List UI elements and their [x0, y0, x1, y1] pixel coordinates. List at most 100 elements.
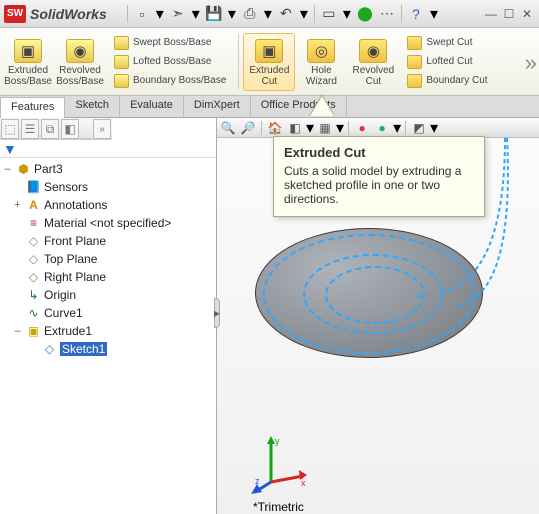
- tree-right-plane[interactable]: ◇Right Plane: [0, 268, 216, 286]
- sketch-origin-marker-icon: +: [415, 288, 423, 304]
- app-name: SolidWorks: [30, 6, 107, 22]
- panel-tab-dim-icon[interactable]: ◧: [61, 119, 79, 139]
- boundary-boss-button[interactable]: Boundary Boss/Base: [110, 72, 230, 90]
- options-icon[interactable]: ⋯: [379, 6, 395, 22]
- extruded-boss-label: Extruded Boss/Base: [3, 65, 53, 87]
- tree-root[interactable]: – ⬢ Part3: [0, 160, 216, 178]
- lofted-cut-button[interactable]: Lofted Cut: [403, 53, 491, 71]
- tree-curve1[interactable]: ∿Curve1: [0, 304, 216, 322]
- view-settings-icon[interactable]: ◩: [410, 120, 428, 136]
- plane-icon: ◇: [26, 270, 41, 284]
- hide-show-icon[interactable]: ▦: [316, 120, 334, 136]
- sensors-icon: 📘: [26, 180, 41, 194]
- print-icon[interactable]: ⎙: [242, 6, 258, 22]
- model-body[interactable]: +: [255, 228, 485, 398]
- extrude-icon: ▣: [26, 324, 41, 338]
- panel-tab-property-icon[interactable]: ☰: [21, 119, 39, 139]
- scene-icon[interactable]: ●: [373, 120, 391, 136]
- tree-origin[interactable]: ↳Origin: [0, 286, 216, 304]
- curve-icon: ∿: [26, 306, 41, 320]
- view-toolbar: 🔍 🔎 🏠 ◧▾ ▦▾ ● ●▾ ◩▾: [217, 118, 539, 138]
- tooltip: Extruded Cut Cuts a solid model by extru…: [273, 136, 485, 217]
- swept-boss-button[interactable]: Swept Boss/Base: [110, 34, 230, 52]
- tree-top-plane[interactable]: ◇Top Plane: [0, 250, 216, 268]
- appearance-icon[interactable]: ●: [353, 120, 371, 136]
- boundary-cut-icon: [407, 74, 422, 88]
- zoom-fit-icon[interactable]: 🔍: [219, 120, 237, 136]
- save-icon[interactable]: 💾: [206, 6, 222, 22]
- title-bar: SW SolidWorks ▫▾ ➣▾ 💾▾ ⎙▾ ↶▾ ▭▾ ⬤ ⋯ ?▾ —…: [0, 0, 539, 28]
- maximize-button[interactable]: ☐: [501, 6, 517, 22]
- lofted-boss-icon: [114, 55, 129, 69]
- extruded-cut-label: Extruded Cut: [244, 65, 294, 87]
- window-controls: — ☐ ✕: [483, 6, 535, 22]
- zoom-area-icon[interactable]: 🔎: [239, 120, 257, 136]
- sketch-icon: ◇: [42, 342, 57, 356]
- tree-front-plane[interactable]: ◇Front Plane: [0, 232, 216, 250]
- boundary-cut-button[interactable]: Boundary Cut: [403, 72, 491, 90]
- panel-tab-feature-tree-icon[interactable]: ⬚: [1, 119, 19, 139]
- lofted-cut-icon: [407, 55, 422, 69]
- swept-cut-button[interactable]: Swept Cut: [403, 34, 491, 52]
- part-icon: ⬢: [16, 162, 31, 176]
- panel-splitter-handle[interactable]: ▶: [214, 298, 220, 328]
- select-icon[interactable]: ▭: [321, 6, 337, 22]
- annotations-icon: A: [26, 198, 41, 212]
- tree-annotations[interactable]: +AAnnotations: [0, 196, 216, 214]
- tree-extrude1[interactable]: –▣Extrude1: [0, 322, 216, 340]
- hole-wizard-icon: ◎: [307, 39, 335, 63]
- view-triad-icon: y x z: [251, 434, 311, 494]
- tree-sketch1[interactable]: ◇Sketch1: [0, 340, 216, 358]
- minimize-button[interactable]: —: [483, 6, 499, 22]
- revolved-boss-button[interactable]: ◉ Revolved Boss/Base: [54, 33, 106, 91]
- revolved-cut-icon: ◉: [359, 39, 387, 63]
- rebuild-icon[interactable]: ⬤: [357, 6, 373, 22]
- plane-icon: ◇: [26, 252, 41, 266]
- revolved-boss-icon: ◉: [66, 39, 94, 63]
- panel-tab-config-icon[interactable]: ⧉: [41, 119, 59, 139]
- boundary-boss-icon: [114, 74, 129, 88]
- tooltip-pointer: [310, 96, 334, 116]
- panel-tab-strip: ⬚ ☰ ⧉ ◧ »: [0, 118, 112, 140]
- tab-sketch[interactable]: Sketch: [65, 96, 120, 117]
- tree-material[interactable]: ≡Material <not specified>: [0, 214, 216, 232]
- expander-icon[interactable]: –: [12, 325, 23, 337]
- ribbon: ▣ Extruded Boss/Base ◉ Revolved Boss/Bas…: [0, 28, 539, 96]
- expander-icon[interactable]: –: [2, 163, 13, 175]
- tab-dimxpert[interactable]: DimXpert: [184, 96, 251, 117]
- view-orientation-icon[interactable]: 🏠: [266, 120, 284, 136]
- revolved-cut-button[interactable]: ◉ Revolved Cut: [347, 33, 399, 91]
- help-icon[interactable]: ?: [408, 6, 424, 22]
- hole-wizard-label: Hole Wizard: [296, 65, 346, 87]
- tree-sensors[interactable]: 📘Sensors: [0, 178, 216, 196]
- extruded-boss-button[interactable]: ▣ Extruded Boss/Base: [2, 33, 54, 91]
- swept-boss-icon: [114, 36, 129, 50]
- quick-access-toolbar: ▫▾ ➣▾ 💾▾ ⎙▾ ↶▾ ▭▾ ⬤ ⋯ ?▾: [127, 4, 438, 24]
- undo-icon[interactable]: ↶: [278, 6, 294, 22]
- expander-icon[interactable]: +: [12, 199, 23, 211]
- ribbon-overflow-icon[interactable]: »: [525, 50, 537, 76]
- open-icon[interactable]: ➣: [170, 6, 186, 22]
- revolved-boss-label: Revolved Boss/Base: [55, 65, 105, 87]
- feature-filter-icon[interactable]: ▼: [0, 140, 216, 158]
- extruded-cut-button[interactable]: ▣ Extruded Cut: [243, 33, 295, 91]
- new-doc-icon[interactable]: ▫: [134, 6, 150, 22]
- feature-tree: – ⬢ Part3 📘Sensors +AAnnotations ≡Materi…: [0, 158, 216, 514]
- axis-y-label: y: [275, 436, 280, 446]
- feature-manager-panel: ⬚ ☰ ⧉ ◧ » ▼ – ⬢ Part3 📘Sensors +AAnnotat…: [0, 118, 217, 514]
- ribbon-tabs: Features Sketch Evaluate DimXpert Office…: [0, 96, 539, 118]
- axis-z-label: z: [255, 476, 260, 486]
- close-button[interactable]: ✕: [519, 6, 535, 22]
- extruded-cut-icon: ▣: [255, 39, 283, 63]
- display-style-icon[interactable]: ◧: [286, 120, 304, 136]
- tab-evaluate[interactable]: Evaluate: [120, 96, 184, 117]
- revolved-cut-label: Revolved Cut: [348, 65, 398, 87]
- tooltip-body: Cuts a solid model by extruding a sketch…: [284, 164, 474, 206]
- tab-features[interactable]: Features: [0, 97, 65, 118]
- lofted-boss-button[interactable]: Lofted Boss/Base: [110, 53, 230, 71]
- panel-overflow-icon[interactable]: »: [93, 119, 111, 139]
- app-logo-icon: SW: [4, 5, 26, 23]
- view-orientation-label: *Trimetric: [253, 500, 304, 514]
- hole-wizard-button[interactable]: ◎ Hole Wizard: [295, 33, 347, 91]
- extruded-boss-icon: ▣: [14, 39, 42, 63]
